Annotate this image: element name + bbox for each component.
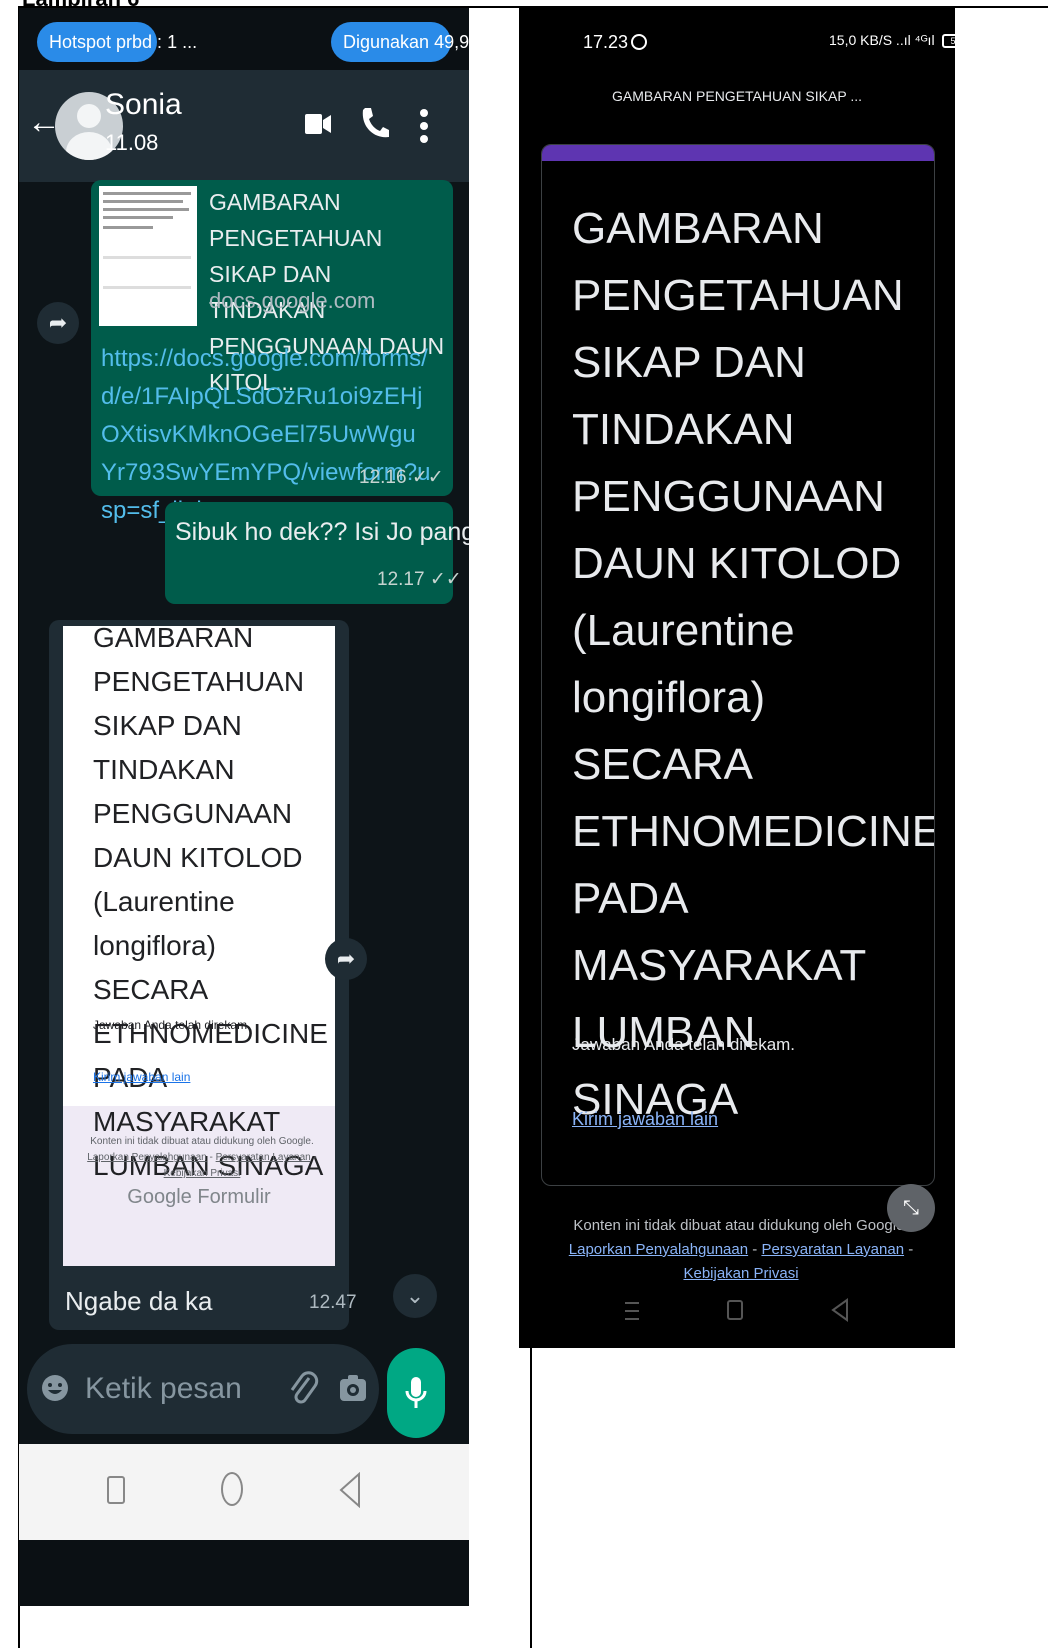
last-seen: 11.08: [105, 130, 159, 155]
form-recorded-text: Jawaban Anda telah direkam.: [93, 1018, 251, 1032]
whatsapp-screenshot: Hotspot prbd : 1 ... Digunakan 49,9 ... …: [19, 8, 469, 1606]
link-preview-thumbnail: [99, 186, 197, 326]
more-options-icon[interactable]: [419, 108, 429, 144]
form-accent-bar: [542, 145, 934, 161]
google-forms-logo: Google Formulir: [127, 1186, 271, 1208]
message-bubble-link[interactable]: GAMBARAN PENGETAHUAN SIKAP DAN TINDAKAN …: [91, 180, 453, 524]
form-title: GAMBARAN PENGETAHUAN SIKAP DAN TINDAKAN …: [93, 626, 328, 1181]
message-bubble-text[interactable]: Sibuk ho dek?? Isi Jo pang dek 12.17 ✓✓: [165, 502, 469, 604]
footer-disclaimer: Konten ini tidak dibuat atau didukung ol…: [573, 1217, 909, 1234]
voice-record-button[interactable]: [387, 1348, 445, 1438]
compose-bar: [27, 1344, 379, 1434]
microphone-icon: [405, 1377, 427, 1408]
hotspot-status-pill[interactable]: Hotspot prbd : 1 ...: [37, 22, 197, 62]
emoji-icon[interactable]: [41, 1374, 69, 1402]
submit-another-response-link[interactable]: Kirim jawaban lain: [572, 1109, 718, 1130]
form-resend-link: Kirim jawaban lain: [93, 1070, 191, 1084]
page-header-title: GAMBARAN PENGETAHUAN SIKAP ...: [612, 88, 862, 104]
attach-icon[interactable]: [289, 1370, 319, 1408]
form-footer: Konten ini tidak dibuat atau didukung ol…: [568, 1217, 914, 1282]
android-nav-bar: [519, 1288, 955, 1348]
forward-icon[interactable]: ➦: [37, 302, 79, 344]
recent-apps-icon[interactable]: [107, 1476, 125, 1504]
android-nav-bar: [19, 1444, 469, 1540]
exit-fullscreen-icon[interactable]: ⤡: [887, 1184, 935, 1232]
camera-icon[interactable]: [339, 1372, 367, 1404]
privacy-policy-link[interactable]: Kebijakan Privasi: [683, 1265, 798, 1282]
form-confirmation-card: GAMBARAN PENGETAHUAN SIKAP DAN TINDAKAN …: [541, 144, 935, 1186]
google-forms-screenshot: 17.23 15,0 KB/S ..ıl ⁴ᴳıl 51 GAMBARAN PE…: [519, 8, 955, 1348]
back-icon[interactable]: [831, 1298, 849, 1322]
status-indicators: 15,0 KB/S ..ıl ⁴ᴳıl 51: [829, 32, 955, 49]
form-disclaimer: Konten ini tidak dibuat atau didukung ol…: [87, 1136, 317, 1179]
message-input[interactable]: [85, 1366, 285, 1412]
message-text: Ngabe da ka: [65, 1286, 213, 1316]
forward-icon[interactable]: ➦: [325, 938, 367, 980]
menu-icon[interactable]: [625, 1302, 639, 1320]
message-timestamp: 12.47: [309, 1292, 357, 1313]
chat-header: ← Sonia 11.08: [19, 70, 469, 182]
message-text: Sibuk ho dek?? Isi Jo pang dek: [175, 518, 469, 546]
home-icon[interactable]: [727, 1300, 743, 1320]
video-call-icon[interactable]: [305, 112, 331, 136]
network-speed: 15,0 KB/S ..ıl ⁴ᴳıl: [829, 32, 935, 48]
link-preview-domain: docs.google.com: [209, 288, 376, 313]
message-timestamp: 12.17 ✓✓: [377, 569, 462, 590]
form-card: GAMBARAN PENGETAHUAN SIKAP DAN TINDAKAN …: [63, 626, 335, 1181]
whatsapp-notification-icon: [631, 34, 647, 50]
contact-name[interactable]: Sonia: [105, 88, 182, 122]
phone-call-icon[interactable]: [359, 106, 389, 140]
message-timestamp: 12.16 ✓✓: [359, 467, 444, 488]
report-abuse-link[interactable]: Laporkan Penyalahgunaan: [569, 1241, 748, 1258]
battery-icon: 51: [942, 34, 955, 49]
form-title: GAMBARAN PENGETAHUAN SIKAP DAN TINDAKAN …: [572, 204, 935, 1124]
back-icon[interactable]: [339, 1472, 361, 1508]
terms-of-service-link[interactable]: Persyaratan Layanan: [761, 1241, 904, 1258]
status-time: 17.23: [583, 32, 629, 52]
message-bubble-image[interactable]: GAMBARAN PENGETAHUAN SIKAP DAN TINDAKAN …: [49, 620, 357, 1330]
form-screenshot-image[interactable]: GAMBARAN PENGETAHUAN SIKAP DAN TINDAKAN …: [63, 626, 335, 1266]
scroll-to-bottom-button[interactable]: ⌄: [393, 1274, 437, 1318]
home-icon[interactable]: [221, 1472, 243, 1506]
form-recorded-text: Jawaban Anda telah direkam.: [572, 1035, 796, 1054]
data-usage-pill[interactable]: Digunakan 49,9 ...: [331, 22, 469, 62]
